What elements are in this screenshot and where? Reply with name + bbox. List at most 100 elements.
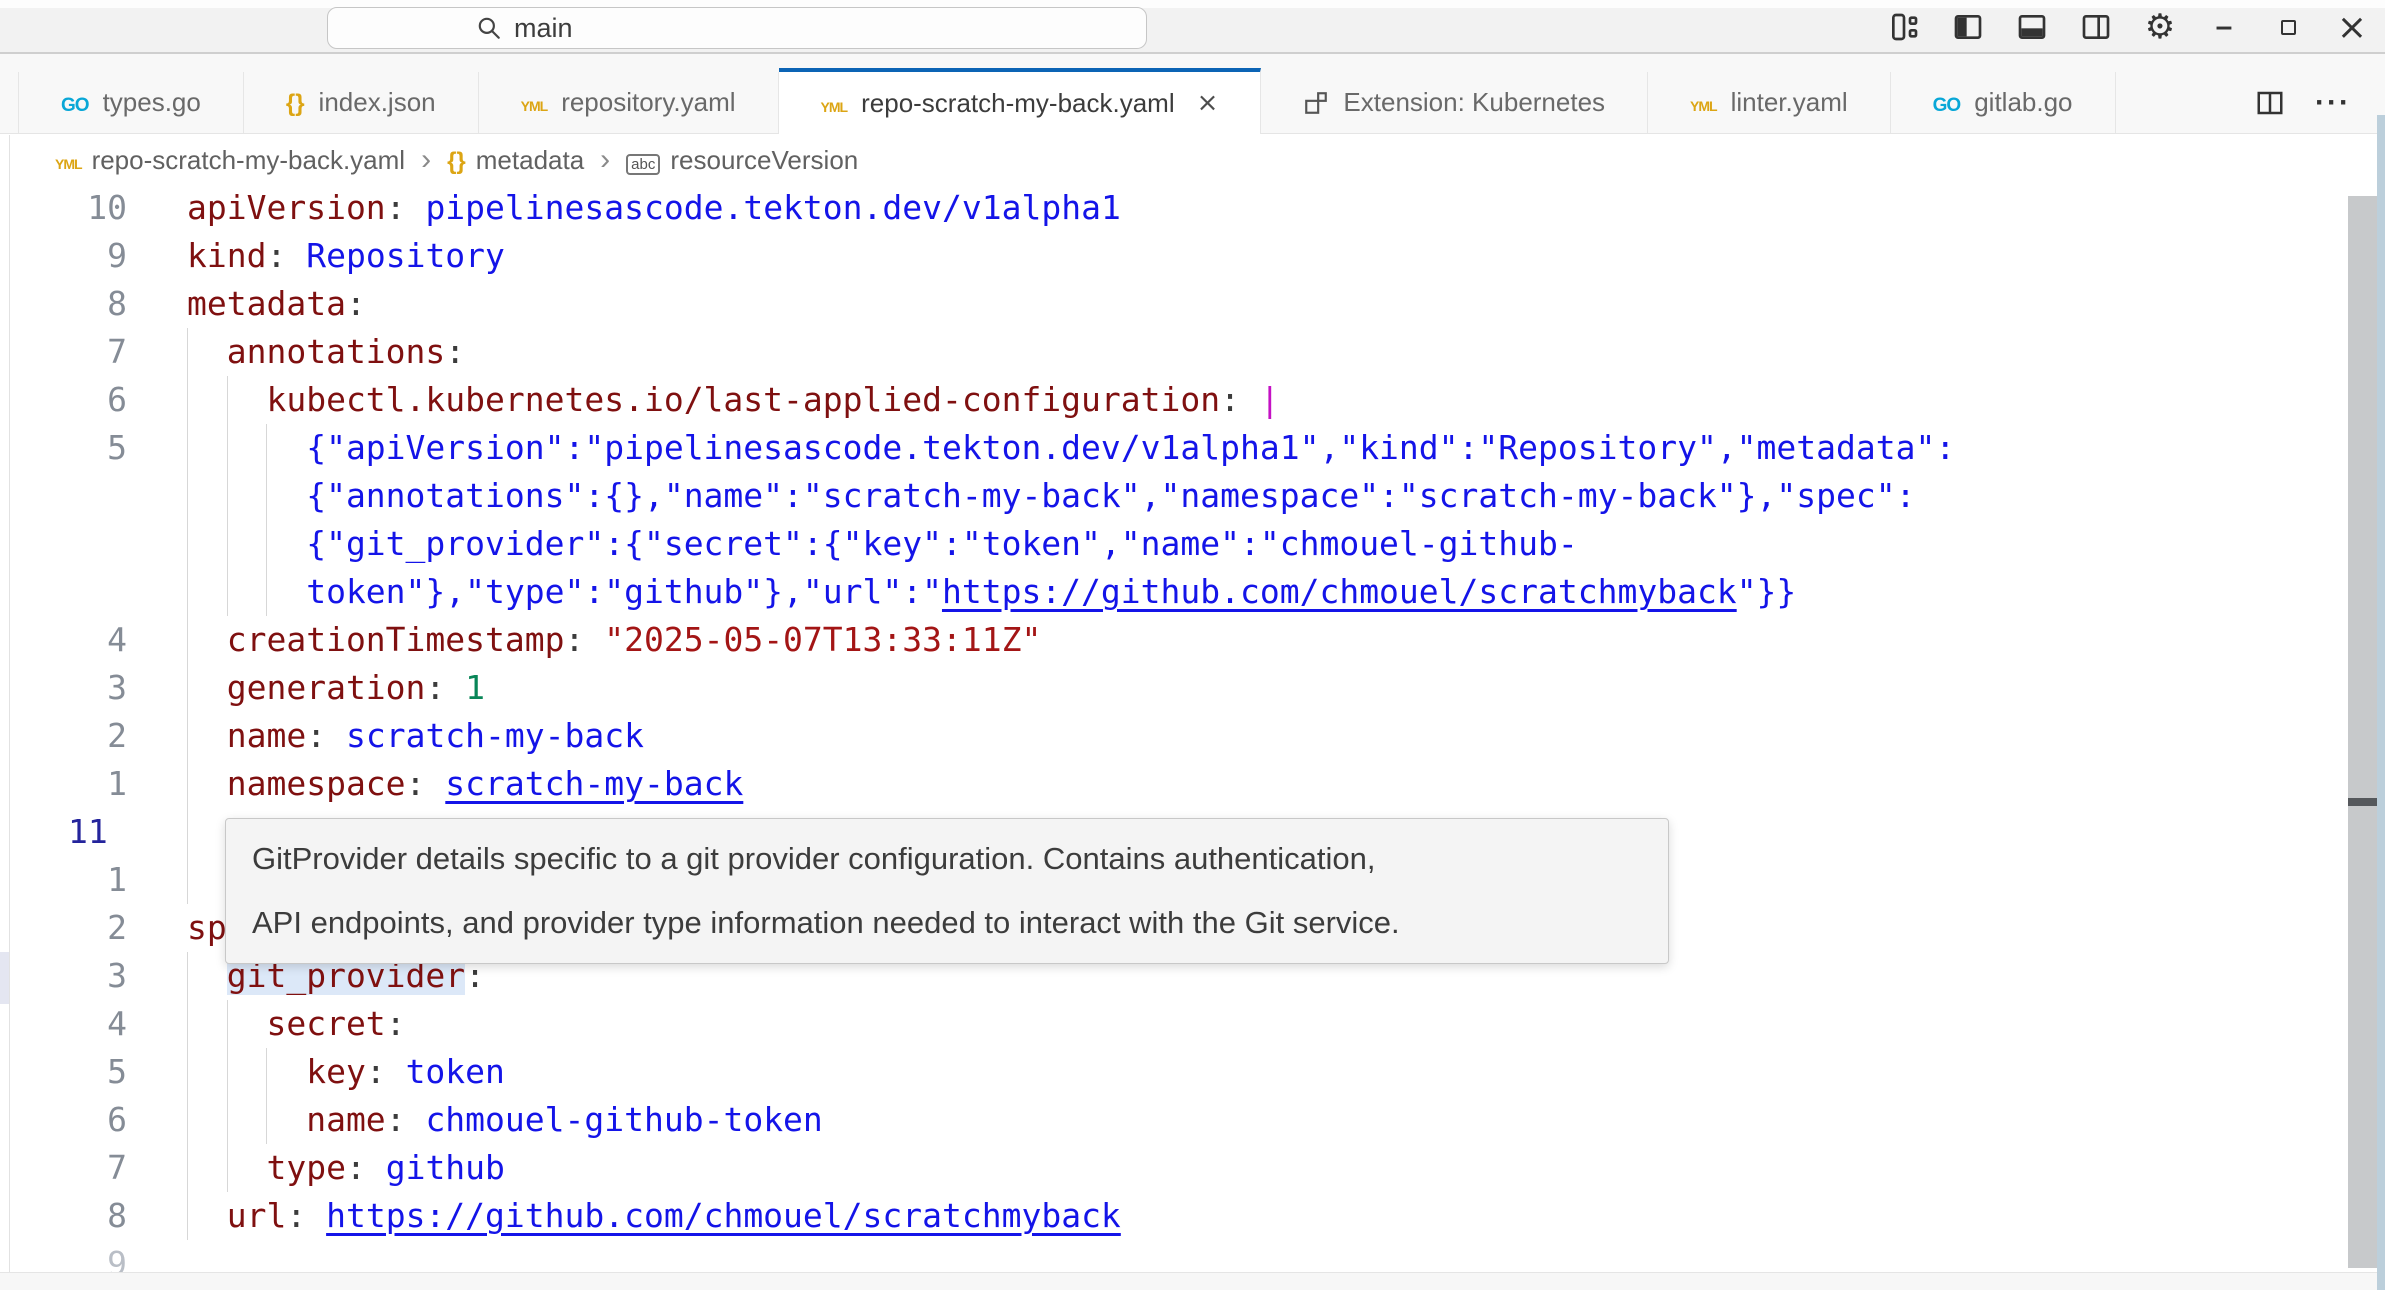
toggle-primary-sidebar-icon[interactable] bbox=[1951, 10, 1985, 44]
breadcrumb-separator-icon: › bbox=[598, 143, 612, 177]
indent-guide bbox=[187, 952, 188, 1000]
line-number bbox=[10, 520, 127, 568]
close-icon[interactable]: × bbox=[2335, 10, 2369, 44]
vertical-scrollbar[interactable] bbox=[2348, 196, 2377, 1268]
tab-linter-yaml[interactable]: YML linter.yaml bbox=[1648, 72, 1891, 133]
tab-extension-kubernetes[interactable]: Extension: Kubernetes bbox=[1261, 72, 1648, 133]
toggle-secondary-sidebar-icon[interactable] bbox=[2079, 10, 2113, 44]
code-token: github bbox=[386, 1148, 505, 1187]
tab-label: linter.yaml bbox=[1731, 87, 1848, 118]
code-token: key bbox=[306, 1052, 366, 1091]
command-center-search[interactable]: main bbox=[327, 7, 1147, 49]
indent-guide bbox=[266, 1096, 267, 1144]
customize-layout-icon[interactable] bbox=[1887, 10, 1921, 44]
line-content: kind: Repository bbox=[187, 232, 2348, 280]
line-content: apiVersion: pipelinesascode.tekton.dev/v… bbox=[187, 184, 2348, 232]
tooltip-text: GitProvider details specific to a git pr… bbox=[252, 841, 1642, 877]
editor-left-border bbox=[9, 135, 10, 1272]
code-token: {"annotations":{},"name":"scratch-my-bac… bbox=[306, 476, 1915, 515]
code-token: token"},"type":"github"},"url":" bbox=[306, 572, 942, 611]
code-link[interactable]: https://github.com/chmouel/scratchmyback bbox=[942, 572, 1737, 611]
code-token: "2025-05-07T13:33:11Z" bbox=[604, 620, 1041, 659]
tab-label: index.json bbox=[319, 87, 436, 118]
split-editor-icon[interactable] bbox=[2255, 88, 2285, 118]
line-number: 3 bbox=[10, 952, 127, 1000]
code-token: 1 bbox=[465, 668, 485, 707]
breadcrumb-item-repo-scratch-my-back-yaml[interactable]: YMLrepo-scratch-my-back.yaml bbox=[55, 145, 405, 176]
code-token: : bbox=[266, 236, 306, 275]
code-token: : bbox=[565, 620, 605, 659]
yaml-icon: YML bbox=[55, 145, 82, 176]
gutter-hover-decoration bbox=[0, 952, 9, 1004]
indent-guide bbox=[266, 568, 267, 616]
code-token: pipelinesascode.tekton.dev/v1alpha1 bbox=[425, 188, 1120, 227]
breadcrumb: YMLrepo-scratch-my-back.yaml › {}metadata ›… bbox=[10, 135, 2345, 185]
line-number: 7 bbox=[10, 1144, 127, 1192]
indent-guide bbox=[227, 1048, 228, 1096]
code-token: namespace bbox=[227, 764, 406, 803]
indent-guide bbox=[187, 1096, 188, 1144]
close-tab-icon[interactable]: × bbox=[1197, 88, 1219, 118]
code-link[interactable]: https://github.com/chmouel/scratchmyback bbox=[326, 1196, 1121, 1235]
tab-label: repository.yaml bbox=[561, 87, 735, 118]
breadcrumb-separator-icon: › bbox=[419, 143, 433, 177]
minimize-icon[interactable]: – bbox=[2207, 10, 2241, 44]
tab-index-json[interactable]: {}index.json bbox=[244, 72, 479, 133]
tab-repo-scratch-my-back-yaml[interactable]: YMLrepo-scratch-my-back.yaml× bbox=[779, 68, 1262, 134]
tooltip-text: API endpoints, and provider type informa… bbox=[252, 905, 1642, 941]
window-controls: ⚙– × bbox=[1887, 0, 2369, 54]
breadcrumb-item-metadata[interactable]: {}metadata bbox=[447, 145, 584, 176]
code-link[interactable]: scratch-my-back bbox=[445, 764, 743, 803]
bottom-strip bbox=[0, 1272, 2385, 1290]
extension-file-icon bbox=[1303, 90, 1329, 116]
code-editor[interactable]: 10apiVersion: pipelinesascode.tekton.dev… bbox=[10, 184, 2348, 1288]
code-token: "}} bbox=[1737, 572, 1797, 611]
code-token: : bbox=[386, 1004, 406, 1043]
code-line: {"git_provider":{"secret":{"key":"token"… bbox=[10, 520, 2348, 568]
line-number: 3 bbox=[10, 664, 127, 712]
code-token: : bbox=[346, 284, 366, 323]
line-number: 1 bbox=[10, 856, 127, 904]
line-number: 7 bbox=[10, 328, 127, 376]
line-number: 4 bbox=[10, 1000, 127, 1048]
tab-gitlab-go[interactable]: GOgitlab.go bbox=[1891, 72, 2116, 133]
line-content: {"git_provider":{"secret":{"key":"token"… bbox=[187, 520, 2348, 568]
tab-types-go[interactable]: GOtypes.go bbox=[18, 72, 244, 133]
code-token: apiVersion bbox=[187, 188, 386, 227]
breadcrumb-item-resourceversion[interactable]: abcresourceVersion bbox=[626, 145, 858, 176]
indent-guide bbox=[187, 1192, 188, 1240]
more-actions-icon[interactable]: ··· bbox=[2315, 86, 2351, 120]
line-content: token"},"type":"github"},"url":"https://… bbox=[187, 568, 2348, 616]
code-token: creationTimestamp bbox=[227, 620, 565, 659]
code-token: name bbox=[306, 1100, 385, 1139]
line-content: {"annotations":{},"name":"scratch-my-bac… bbox=[187, 472, 2348, 520]
indent-guide bbox=[227, 1096, 228, 1144]
scrollbar-position-marker bbox=[2348, 798, 2377, 806]
settings-gear-icon[interactable]: ⚙ bbox=[2143, 10, 2177, 44]
go-file-icon: GO bbox=[1933, 87, 1961, 118]
line-number: 9 bbox=[10, 232, 127, 280]
code-token: generation bbox=[227, 668, 426, 707]
yaml-file-icon: YML bbox=[1690, 87, 1717, 118]
toggle-panel-icon[interactable] bbox=[2015, 10, 2049, 44]
code-token: Repository bbox=[306, 236, 505, 275]
code-line: 8metadata: bbox=[10, 280, 2348, 328]
tab-repository-yaml[interactable]: YMLrepository.yaml bbox=[479, 72, 779, 133]
code-token: token bbox=[406, 1052, 505, 1091]
indent-guide bbox=[187, 760, 188, 808]
indent-guide bbox=[187, 376, 188, 424]
code-line: 4 secret: bbox=[10, 1000, 2348, 1048]
code-token: : bbox=[306, 716, 346, 755]
code-line: 1namespace: scratch-my-back bbox=[10, 760, 2348, 808]
line-number: 5 bbox=[10, 1048, 127, 1096]
maximize-icon[interactable] bbox=[2271, 10, 2305, 44]
code-token: : bbox=[425, 668, 465, 707]
line-content: secret: bbox=[187, 1000, 2348, 1048]
indent-guide bbox=[227, 1144, 228, 1192]
code-token: : bbox=[386, 1100, 426, 1139]
indent-guide bbox=[187, 664, 188, 712]
code-line: 5key: token bbox=[10, 1048, 2348, 1096]
indent-guide bbox=[187, 1000, 188, 1048]
indent-guide bbox=[227, 472, 228, 520]
indent-guide bbox=[187, 1144, 188, 1192]
